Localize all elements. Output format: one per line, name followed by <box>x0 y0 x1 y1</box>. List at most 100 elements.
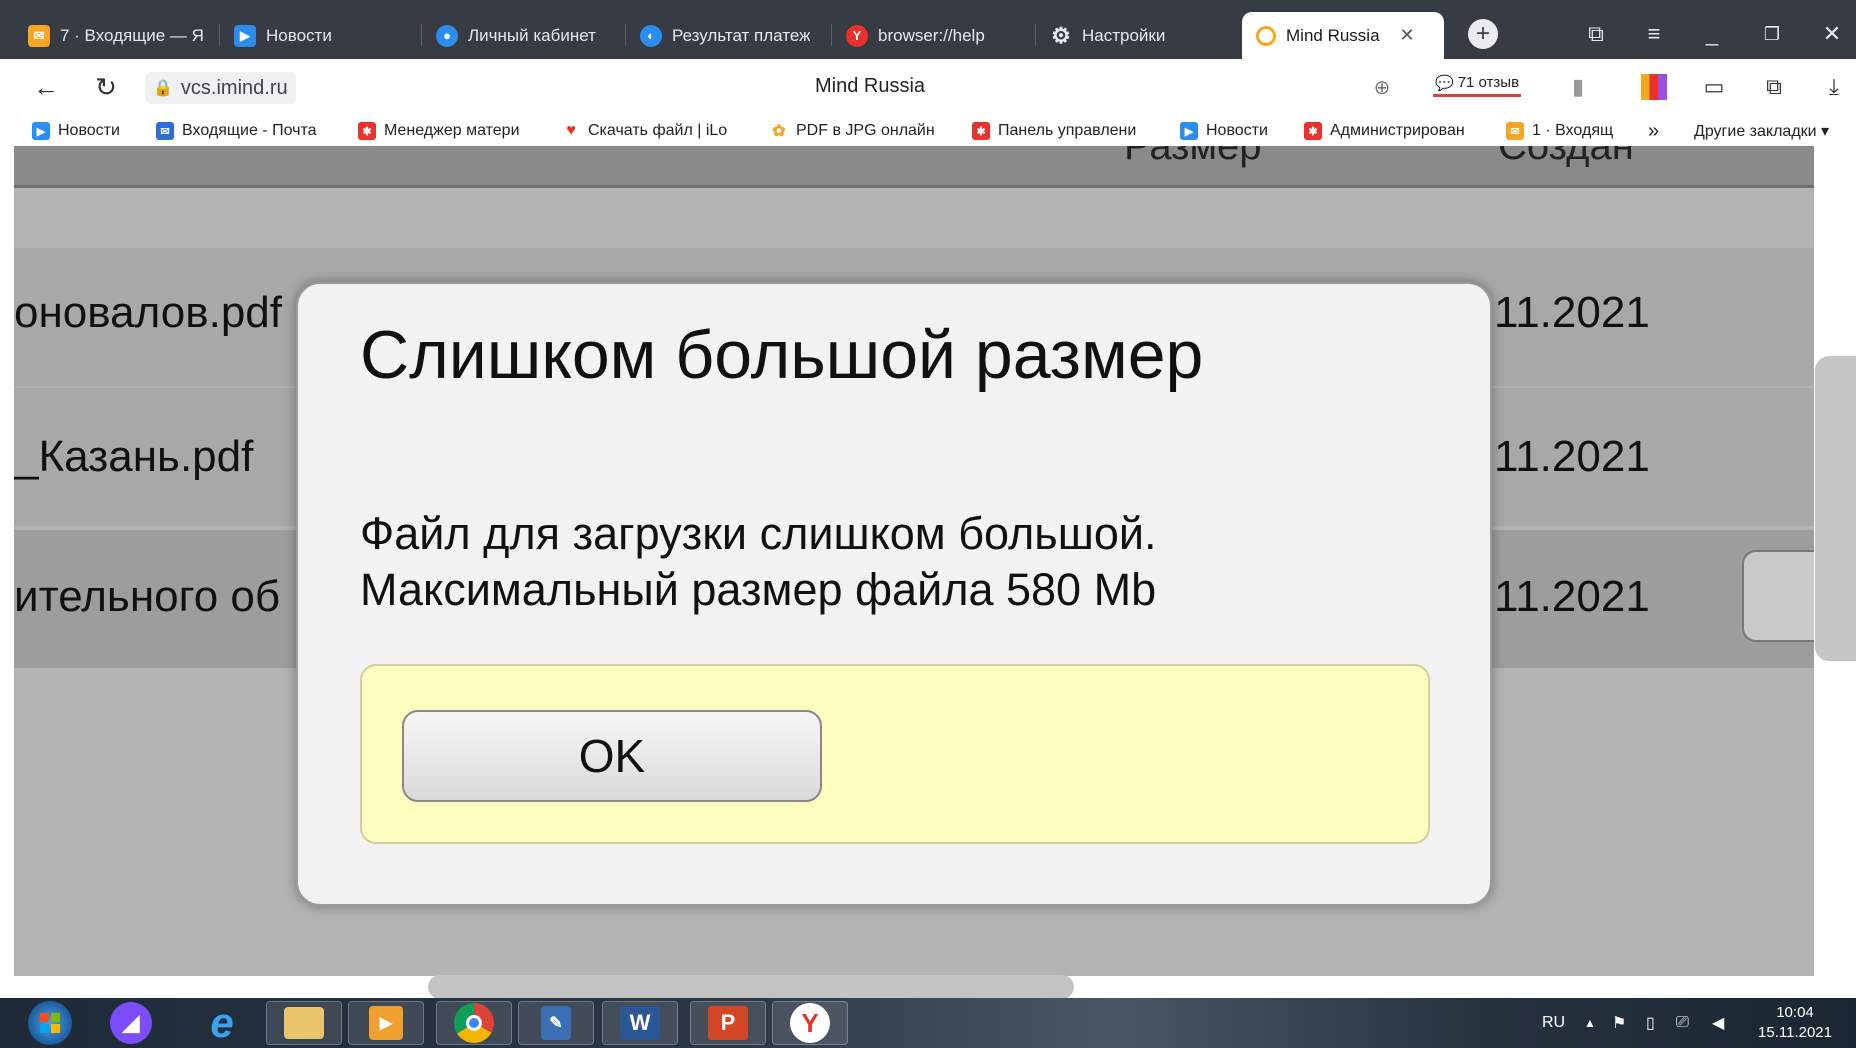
zoom-icon[interactable]: ⊕ <box>1364 69 1400 105</box>
bookmark-inbox-2[interactable]: ✉ 1 · Входящ <box>1506 116 1630 146</box>
bookmark-pdf-to-jpg[interactable]: ✿ PDF в JPG онлайн <box>770 116 950 146</box>
dialog-message-line: Максимальный размер файла 580 Mb <box>360 564 1157 615</box>
tab-mind-russia[interactable]: Mind Russia ✕ <box>1242 12 1444 59</box>
news-icon: ▶ <box>1180 122 1198 140</box>
flag-icon[interactable]: ⚑ <box>1612 998 1626 1048</box>
bookmark-news[interactable]: ▶ Новости <box>32 116 136 146</box>
bookmark-label: Панель управлени <box>998 122 1137 139</box>
reviews-count: 71 отзыв <box>1457 74 1520 91</box>
bookmark-label: 1 · Входящ <box>1532 122 1614 139</box>
tab-news[interactable]: ▶ Новости <box>220 12 422 59</box>
taskbar-app[interactable]: ✎ <box>518 1001 594 1045</box>
tab-help[interactable]: Y browser://help <box>832 12 1036 59</box>
alice-icon: ◢ <box>110 1002 152 1044</box>
tabs-list-icon[interactable]: ⧉ <box>1576 14 1616 54</box>
row-action-button[interactable] <box>1742 550 1814 642</box>
battery-icon[interactable]: ▭ <box>1696 69 1732 105</box>
mind-icon <box>1256 25 1276 46</box>
restore-button[interactable]: ❐ <box>1752 14 1792 54</box>
tab-title: Личный кабинет <box>468 25 596 45</box>
new-tab-button[interactable]: + <box>1468 19 1498 49</box>
joomla-icon: ✱ <box>972 122 990 140</box>
tab-title: Настройки <box>1082 25 1166 45</box>
word-icon: W <box>620 1006 660 1040</box>
taskbar-alice[interactable]: ◢ <box>96 1001 166 1045</box>
tab-cabinet[interactable]: ● Личный кабинет <box>422 12 626 59</box>
tab-title: Результат платеж <box>672 25 811 45</box>
table-header: Размер Создан <box>14 146 1814 188</box>
folder-icon <box>284 1007 324 1039</box>
news-icon: ▶ <box>234 24 256 47</box>
side-panel-handle[interactable] <box>1815 356 1856 661</box>
windows-logo-icon <box>28 1001 72 1045</box>
address-bar: ← ↻ 🔒 vcs.imind.ru Mind Russia ⊕ 💬 71 от… <box>0 59 1856 116</box>
start-button[interactable] <box>18 1001 82 1045</box>
bookmark-label: Менеджер матери <box>384 122 520 139</box>
bookmark-ilovepdf[interactable]: ♥ Скачать файл | iLo <box>562 116 750 146</box>
menu-icon[interactable]: ≡ <box>1634 14 1674 54</box>
mail-icon: ✉ <box>1506 122 1524 140</box>
dialog-footer: OK <box>360 664 1430 844</box>
tab-settings[interactable]: ⚙ Настройки <box>1036 12 1240 59</box>
cabinet-icon: ● <box>436 24 458 47</box>
bookmark-administration[interactable]: ✱ Администрирован <box>1304 116 1488 146</box>
minimize-button[interactable]: _ <box>1692 14 1732 54</box>
device-icon[interactable]: ▯ <box>1646 998 1655 1048</box>
close-window-button[interactable]: ✕ <box>1812 14 1852 54</box>
extensions-icon[interactable] <box>1636 69 1672 105</box>
gear-icon: ⚙ <box>1051 22 1071 48</box>
more-bookmarks-icon[interactable]: » <box>1648 116 1672 146</box>
app-icon: ✎ <box>541 1006 571 1040</box>
heart-icon: ♥ <box>566 122 576 139</box>
language-indicator[interactable]: RU <box>1542 998 1565 1048</box>
file-name: ительного об <box>14 572 281 621</box>
internet-explorer-icon: e <box>210 999 234 1046</box>
network-icon[interactable]: ⎚ <box>1676 998 1689 1048</box>
bookmark-control-panel[interactable]: ✱ Панель управлени <box>972 116 1154 146</box>
close-tab-icon[interactable]: ✕ <box>1400 25 1415 46</box>
column-created: Создан <box>1498 146 1634 168</box>
taskbar-chrome[interactable] <box>436 1001 512 1045</box>
mail-icon: ✉ <box>28 24 50 47</box>
comment-icon: 💬 <box>1435 74 1454 92</box>
bookmark-inbox[interactable]: ✉ Входящие - Почта <box>156 116 338 146</box>
taskbar-powerpoint[interactable]: P <box>690 1001 766 1045</box>
pdf-icon: ✿ <box>772 123 786 140</box>
other-bookmarks[interactable]: Другие закладки ▾ <box>1694 116 1856 146</box>
taskbar-word[interactable]: W <box>602 1001 678 1045</box>
bookmark-news-2[interactable]: ▶ Новости <box>1180 116 1284 146</box>
taskbar-media-player[interactable]: ▶ <box>348 1001 424 1045</box>
bookmark-label: Администрирован <box>1330 122 1465 139</box>
joomla-icon: ✱ <box>358 122 376 140</box>
chrome-icon <box>454 1003 494 1043</box>
tab-inbox[interactable]: ✉ 7 · Входящие — Я <box>14 12 220 59</box>
volume-icon[interactable]: ◀ <box>1712 998 1724 1048</box>
reviews-badge[interactable]: 💬 71 отзыв <box>1433 71 1522 97</box>
ok-button[interactable]: OK <box>402 710 822 802</box>
clock-date: 15.11.2021 <box>1758 1024 1832 1041</box>
file-name: _Казань.pdf <box>14 432 254 481</box>
file-date: 11.2021 <box>1494 572 1650 621</box>
bookmark-label: Скачать файл | iLo <box>588 122 728 139</box>
column-size: Размер <box>1124 146 1262 168</box>
collections-icon[interactable]: ⧉ <box>1756 69 1792 105</box>
tab-title: Новости <box>266 25 332 45</box>
clock-time: 10:04 <box>1776 1004 1814 1021</box>
tab-payment[interactable]: ◐ Результат платеж <box>626 12 832 59</box>
bookmark-icon[interactable]: ▮ <box>1560 69 1596 105</box>
horizontal-scrollbar-thumb[interactable] <box>428 975 1074 999</box>
bookmark-label: Входящие - Почта <box>182 122 317 139</box>
taskbar-internet-explorer[interactable]: e <box>184 999 260 1046</box>
taskbar-file-explorer[interactable] <box>266 1001 342 1045</box>
dialog-message: Файл для загрузки слишком большой. Макси… <box>360 506 1157 618</box>
news-icon: ▶ <box>32 122 50 140</box>
download-icon[interactable]: ⤓ <box>1816 69 1852 105</box>
yandex-browser-icon: Y <box>790 1003 830 1043</box>
tray-expand-icon[interactable]: ▲ <box>1584 998 1596 1048</box>
taskbar-yandex-browser[interactable]: Y <box>772 1001 848 1045</box>
bookmark-label: Новости <box>1206 122 1268 139</box>
file-date: 11.2021 <box>1494 288 1650 337</box>
bookmark-material-manager[interactable]: ✱ Менеджер матери <box>358 116 542 146</box>
clock[interactable]: 10:04 15.11.2021 <box>1740 1003 1850 1043</box>
tab-title: 7 · Входящие — Я <box>60 25 204 45</box>
